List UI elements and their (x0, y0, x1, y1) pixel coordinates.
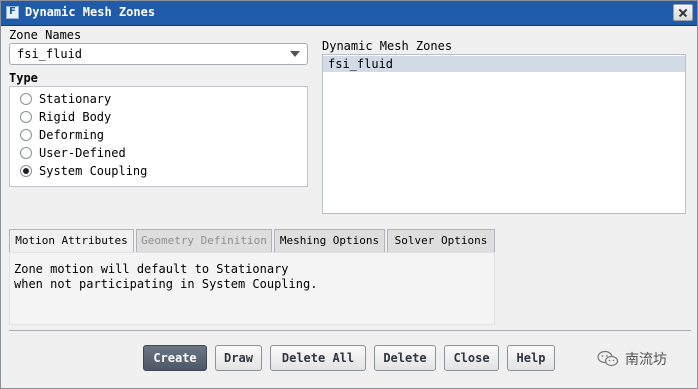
motion-attributes-panel: Zone motion will default to Stationary w… (9, 252, 495, 325)
wechat-icon (597, 350, 619, 367)
zone-names-label: Zone Names (9, 28, 82, 42)
tab-solver-options[interactable]: Solver Options (387, 229, 495, 252)
watermark: 南流坊 (597, 348, 685, 370)
tab-geometry-definition: Geometry Definition (136, 229, 272, 252)
list-item-label: fsi_fluid (328, 57, 394, 71)
tab-meshing-options[interactable]: Meshing Options (274, 229, 385, 252)
create-button[interactable]: Create (143, 345, 207, 371)
close-button[interactable]: Close (444, 345, 499, 371)
radio-label: Stationary (39, 92, 112, 106)
close-icon[interactable] (673, 4, 693, 21)
tab-motion-attributes[interactable]: Motion Attributes (9, 229, 134, 253)
title-bar[interactable]: F Dynamic Mesh Zones (1, 1, 697, 26)
radio-button[interactable] (20, 111, 32, 123)
zone-names-value: fsi_fluid (17, 47, 83, 61)
dynamic-mesh-zones-dialog: F Dynamic Mesh Zones Zone Names fsi_flui… (0, 0, 698, 389)
watermark-text: 南流坊 (625, 352, 667, 368)
draw-button[interactable]: Draw (215, 345, 262, 371)
radio-button[interactable] (20, 93, 32, 105)
type-radio-group: Stationary Rigid Body Deforming User-Def… (9, 86, 308, 187)
list-item[interactable]: fsi_fluid (323, 56, 685, 72)
radio-button-selected[interactable] (20, 165, 32, 177)
chevron-down-icon[interactable] (290, 51, 300, 57)
help-button[interactable]: Help (507, 345, 555, 371)
dynamic-mesh-zones-list[interactable]: fsi_fluid (322, 54, 686, 214)
radio-label: User-Defined (39, 146, 126, 160)
zone-names-dropdown[interactable]: fsi_fluid (9, 43, 308, 65)
motion-info-line-1: Zone motion will default to Stationary (14, 262, 289, 276)
radio-button[interactable] (20, 147, 32, 159)
radio-label: System Coupling (39, 164, 148, 178)
fluent-app-icon: F (6, 6, 19, 19)
app-icon-letter: F (9, 6, 16, 17)
radio-label: Rigid Body (39, 110, 112, 124)
dynamic-mesh-zones-label: Dynamic Mesh Zones (322, 39, 453, 53)
separator (9, 330, 691, 331)
type-label: Type (9, 71, 38, 85)
delete-all-button[interactable]: Delete All (270, 345, 366, 371)
radio-label: Deforming (39, 128, 105, 142)
motion-info-line-2: when not participating in System Couplin… (14, 277, 318, 291)
radio-button[interactable] (20, 129, 32, 141)
window-title: Dynamic Mesh Zones (25, 5, 156, 19)
delete-button[interactable]: Delete (374, 345, 436, 371)
